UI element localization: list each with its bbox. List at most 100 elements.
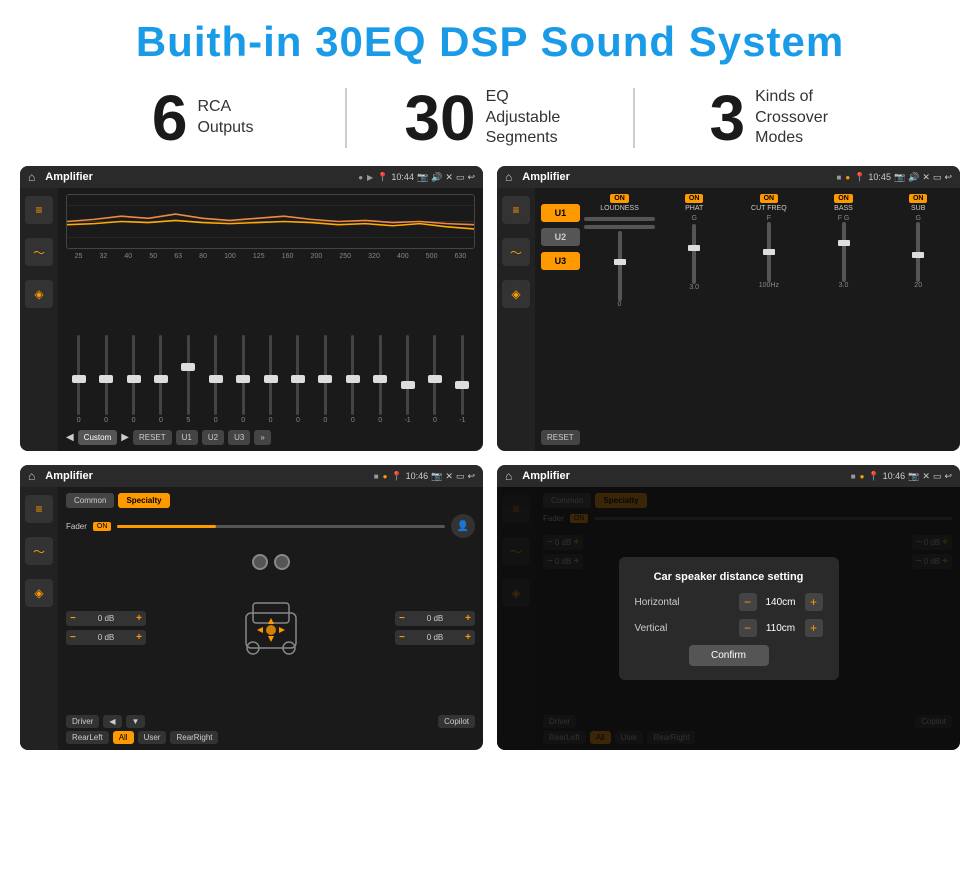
slider-track-11[interactable] [379,335,382,415]
ch-cutfreq: ON CUT FREQ F 100Hz [733,194,805,445]
u2-btn-eq[interactable]: U2 [202,430,224,445]
u1-btn-eq[interactable]: U1 [176,430,198,445]
ch-loudness-slider-h1[interactable] [584,217,656,221]
zone-driver[interactable]: Driver [66,715,99,728]
slider-track-13[interactable] [433,335,436,415]
ch-loudness-slider-h2[interactable] [584,225,656,229]
back-icon-4: ↩ [944,471,952,482]
camera-icon-4: 📷 [908,471,919,482]
zone-arrow-down[interactable]: ▼ [126,715,146,728]
expand-btn[interactable]: » [254,430,270,445]
reset-btn-eq[interactable]: RESET [133,430,172,445]
zone-copilot[interactable]: Copilot [438,715,475,728]
plus-tl[interactable]: + [136,613,142,624]
home-icon-3: ⌂ [28,469,35,483]
minus-br[interactable]: − [399,632,405,643]
prev-arrow[interactable]: ◀ [66,432,74,443]
ch-bass-slider-v[interactable] [842,222,846,282]
zone-user[interactable]: User [138,731,167,744]
slider-col-1: 0 [93,335,118,424]
fader-icon[interactable]: 👤 [451,514,475,538]
slider-track-0[interactable] [77,335,80,415]
u3-btn-eq[interactable]: U3 [228,430,250,445]
u2-btn[interactable]: U2 [541,228,580,246]
location-icon-2: 📍 [854,172,865,183]
fader-on[interactable]: ON [93,522,112,531]
minus-tr[interactable]: − [399,613,405,624]
horizontal-plus[interactable]: + [805,593,823,611]
vertical-plus[interactable]: + [805,619,823,637]
sidebar-wave-icon-2[interactable]: 〜 [502,238,530,266]
zone-arrow-left[interactable]: ◀ [103,715,121,728]
ch-sub-name: SUB [911,205,925,212]
sidebar-vol-icon-2[interactable]: ◈ [502,280,530,308]
zone-bottom-row: RearLeft All User RearRight [66,731,475,744]
plus-bl[interactable]: + [136,632,142,643]
slider-track-5[interactable] [214,335,217,415]
ch-cutfreq-slider-v[interactable] [767,222,771,282]
slider-track-8[interactable] [296,335,299,415]
fader-slider[interactable] [117,525,445,528]
crossover-left-sidebar: ≡ 〜 ◈ [497,188,535,451]
tab-specialty[interactable]: Specialty [118,493,169,508]
camera-icon-3: 📷 [431,471,442,482]
ch-phat-on: ON [685,194,704,203]
sidebar-wave-icon-3[interactable]: 〜 [25,537,53,565]
u1-btn[interactable]: U1 [541,204,580,222]
minus-tl[interactable]: − [70,613,76,624]
speaker-top-left [252,554,268,570]
slider-track-2[interactable] [132,335,135,415]
next-arrow[interactable]: ▶ [121,432,129,443]
slider-track-9[interactable] [324,335,327,415]
u3-btn[interactable]: U3 [541,252,580,270]
specialty-left-sidebar: ≡ 〜 ◈ [20,487,58,750]
slider-track-6[interactable] [242,335,245,415]
slider-track-14[interactable] [461,335,464,415]
ch-phat-slider-v[interactable] [692,224,696,284]
slider-track-7[interactable] [269,335,272,415]
camera-icon: 📷 [417,172,428,183]
ch-sub-slider-v[interactable] [916,222,920,282]
reset-btn-crossover[interactable]: RESET [541,430,580,445]
time-specialty: 10:46 [406,471,429,481]
ch-bass-name: BASS [834,205,853,212]
vol-ctrl-br: − 0 dB + [395,630,475,645]
sidebar-eq-icon[interactable]: ≡ [25,196,53,224]
location-icon-3: 📍 [391,471,402,482]
zone-rearright[interactable]: RearRight [170,731,218,744]
slider-track-3[interactable] [159,335,162,415]
preset-custom[interactable]: Custom [78,430,118,445]
dialog-overlay: Car speaker distance setting Horizontal … [497,487,960,750]
zone-all[interactable]: All [113,731,134,744]
vertical-minus[interactable]: − [739,619,757,637]
confirm-button[interactable]: Confirm [689,645,769,666]
sidebar-vol-icon-3[interactable]: ◈ [25,579,53,607]
dot4: ● [845,173,850,182]
u-buttons: U1 U2 U3 RESET [541,194,580,445]
plus-tr[interactable]: + [465,613,471,624]
crossover-main-area: U1 U2 U3 RESET ON LOUDNESS [535,188,960,451]
sidebar-wave-icon[interactable]: 〜 [25,238,53,266]
status-icons-crossover: 📍 10:45 📷 🔊 ✕ ▭ ↩ [854,172,952,183]
plus-br[interactable]: + [465,632,471,643]
ch-loudness-slider-v[interactable] [618,231,622,301]
slider-track-12[interactable] [406,335,409,415]
tab-common[interactable]: Common [66,493,114,508]
val-tl: 0 dB [78,614,134,623]
sidebar-eq-icon-3[interactable]: ≡ [25,495,53,523]
slider-track-4[interactable] [187,335,190,415]
x-icon-3: ✕ [445,471,453,482]
ch-bass: ON BASS F G 3.0 [808,194,880,445]
zone-rearleft[interactable]: RearLeft [66,731,109,744]
crossover-screen-content: ≡ 〜 ◈ U1 U2 U3 RESET ON LOUDNESS [497,188,960,451]
sidebar-eq-icon-2[interactable]: ≡ [502,196,530,224]
sidebar-vol-icon[interactable]: ◈ [25,280,53,308]
minus-bl[interactable]: − [70,632,76,643]
back-icon-2: ↩ [944,172,952,183]
slider-col-4: 5 [176,335,201,424]
slider-track-1[interactable] [105,335,108,415]
slider-track-10[interactable] [351,335,354,415]
horizontal-minus[interactable]: − [739,593,757,611]
dot5: ■ [374,472,379,481]
eq-bottom-bar: ◀ Custom ▶ RESET U1 U2 U3 » [66,430,475,445]
